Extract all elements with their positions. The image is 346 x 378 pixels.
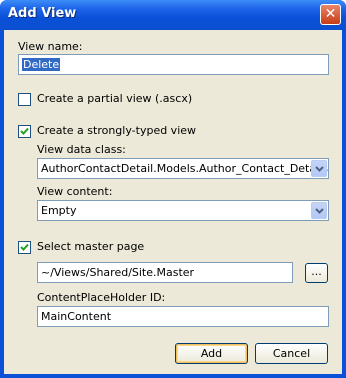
checkmark-icon (20, 243, 29, 251)
view-name-label: View name: (18, 40, 83, 53)
placeholder-id-value: MainContent (41, 310, 112, 323)
title-bar[interactable]: Add View ✕ (0, 0, 346, 30)
view-content-dropdown-button[interactable] (311, 202, 327, 219)
view-name-input[interactable]: Delete (18, 54, 329, 75)
master-page-input[interactable]: ~/Views/Shared/Site.Master (37, 262, 293, 283)
browse-button[interactable]: ... (305, 263, 328, 283)
view-name-value: Delete (22, 58, 61, 71)
cancel-button[interactable]: Cancel (255, 343, 328, 364)
data-class-combo[interactable]: AuthorContactDetail.Models.Author_Contac… (37, 158, 329, 179)
view-content-combo[interactable]: Empty (37, 200, 329, 221)
chevron-down-icon (315, 166, 324, 172)
master-page-label: Select master page (37, 240, 145, 253)
partial-view-label: Create a partial view (.ascx) (37, 92, 193, 105)
strongly-typed-checkbox[interactable] (18, 125, 31, 138)
partial-view-checkbox[interactable] (18, 93, 31, 106)
add-button[interactable]: Add (175, 343, 248, 364)
master-page-checkbox[interactable] (18, 241, 31, 254)
window-title: Add View (8, 6, 77, 21)
strongly-typed-label: Create a strongly-typed view (37, 124, 197, 137)
placeholder-id-input[interactable]: MainContent (37, 306, 329, 327)
master-page-value: ~/Views/Shared/Site.Master (41, 266, 195, 279)
data-class-dropdown-button[interactable] (311, 160, 327, 177)
dialog-body: View name: Delete Create a partial view … (4, 30, 342, 374)
view-content-label: View content: (37, 185, 113, 198)
view-content-value: Empty (41, 204, 77, 217)
close-button[interactable]: ✕ (320, 4, 341, 25)
add-view-dialog: Add View ✕ View name: Delete Create a pa… (0, 0, 346, 378)
data-class-value: AuthorContactDetail.Models.Author_Contac… (41, 162, 328, 175)
checkmark-icon (20, 127, 29, 135)
chevron-down-icon (315, 208, 324, 214)
data-class-label: View data class: (37, 143, 126, 156)
placeholder-id-label: ContentPlaceHolder ID: (37, 291, 166, 304)
close-icon: ✕ (324, 6, 337, 22)
